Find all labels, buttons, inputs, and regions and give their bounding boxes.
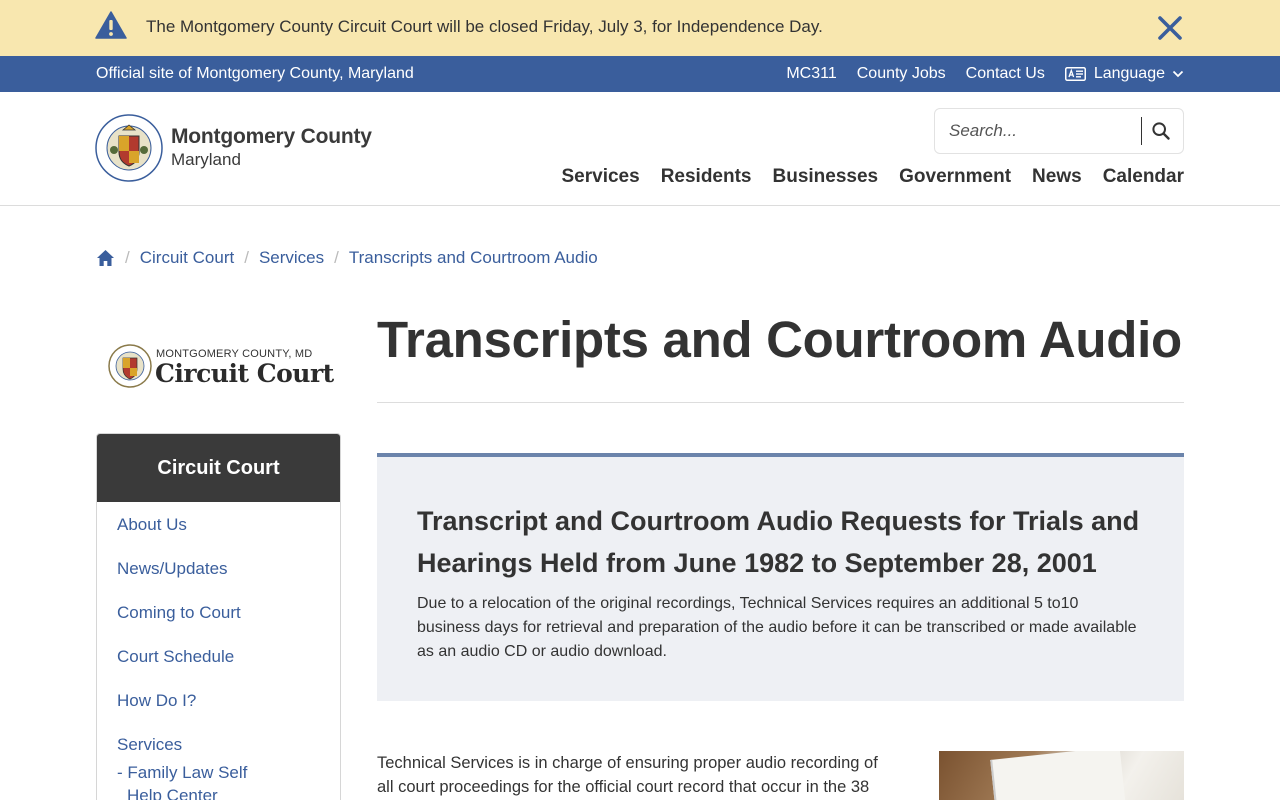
breadcrumb-current-page[interactable]: Transcripts and Courtroom Audio xyxy=(349,248,598,268)
sidebar-item-coming-to-court[interactable]: Coming to Court xyxy=(117,603,241,623)
circuit-court-logo-title[interactable]: Circuit Court xyxy=(155,359,334,388)
sidebar-item-news-updates[interactable]: News/Updates xyxy=(117,559,228,579)
nav-businesses[interactable]: Businesses xyxy=(773,166,879,188)
sidebar-subitem-family-law-self-help[interactable]: - Family Law Self Help Center xyxy=(117,761,287,800)
photo-paper xyxy=(990,751,1126,800)
mc311-link[interactable]: MC311 xyxy=(786,65,836,83)
brand-name[interactable]: Montgomery County xyxy=(171,125,372,149)
search-input[interactable] xyxy=(949,119,1139,143)
breadcrumb: / Circuit Court / Services / Transcripts… xyxy=(96,248,598,268)
breadcrumb-separator: / xyxy=(125,248,130,267)
sidebar-item-court-schedule[interactable]: Court Schedule xyxy=(117,647,234,667)
alert-banner: The Montgomery County Circuit Court will… xyxy=(0,0,1280,56)
brand-subtitle: Maryland xyxy=(171,150,241,169)
nav-news[interactable]: News xyxy=(1032,166,1082,188)
sidebar-nav: Circuit Court About Us News/Updates Comi… xyxy=(96,433,341,800)
title-divider xyxy=(377,402,1184,403)
notice-callout: Transcript and Courtroom Audio Requests … xyxy=(377,453,1184,701)
search-icon[interactable] xyxy=(1151,121,1171,141)
contact-us-link[interactable]: Contact Us xyxy=(966,65,1045,83)
sidebar-item-how-do-i[interactable]: How Do I? xyxy=(117,691,196,711)
language-label: Language xyxy=(1093,65,1165,82)
circuit-court-seal-logo[interactable] xyxy=(108,344,152,388)
breadcrumb-services[interactable]: Services xyxy=(259,248,324,268)
callout-body: Due to a relocation of the original reco… xyxy=(417,595,1137,660)
alert-message: The Montgomery County Circuit Court will… xyxy=(146,17,823,36)
page-title: Transcripts and Courtroom Audio xyxy=(377,311,1182,368)
chevron-down-icon xyxy=(1172,70,1184,78)
breadcrumb-circuit-court[interactable]: Circuit Court xyxy=(140,248,234,268)
home-icon[interactable] xyxy=(96,249,115,267)
breadcrumb-separator: / xyxy=(334,248,339,267)
nav-services[interactable]: Services xyxy=(562,166,640,188)
county-seal-logo[interactable] xyxy=(95,114,163,182)
sidebar-item-services[interactable]: Services xyxy=(117,735,182,755)
warning-icon xyxy=(95,11,127,39)
county-jobs-link[interactable]: County Jobs xyxy=(857,65,946,83)
utility-links: MC311 County Jobs Contact Us Language xyxy=(786,65,1184,83)
breadcrumb-separator: / xyxy=(244,248,249,267)
language-selector[interactable]: Language xyxy=(1064,65,1184,83)
main-nav: Services Residents Businesses Government… xyxy=(562,166,1185,188)
nav-residents[interactable]: Residents xyxy=(661,166,752,188)
close-icon[interactable] xyxy=(1156,14,1184,42)
official-site-label: Official site of Montgomery County, Mary… xyxy=(96,65,414,82)
language-icon xyxy=(1064,67,1086,81)
utility-bar: Official site of Montgomery County, Mary… xyxy=(0,56,1280,92)
nav-government[interactable]: Government xyxy=(899,166,1011,188)
search-divider xyxy=(1141,117,1142,145)
nav-calendar[interactable]: Calendar xyxy=(1103,166,1184,188)
search-box xyxy=(934,108,1184,154)
sidebar-heading[interactable]: Circuit Court xyxy=(97,434,340,502)
intro-paragraph: Technical Services is in charge of ensur… xyxy=(377,754,878,796)
callout-title: Transcript and Courtroom Audio Requests … xyxy=(417,506,1140,578)
sidebar-item-about-us[interactable]: About Us xyxy=(117,515,187,535)
transcript-photo xyxy=(939,751,1184,800)
